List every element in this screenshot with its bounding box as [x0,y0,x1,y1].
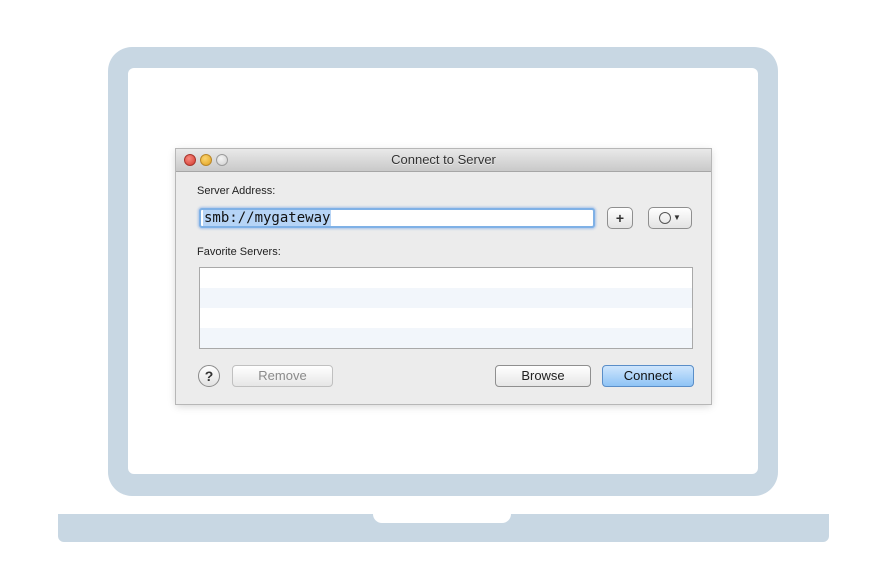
favorite-servers-list[interactable] [199,267,693,349]
server-address-label: Server Address: [197,185,276,197]
list-item [200,288,692,308]
clock-icon [659,212,672,224]
server-address-input[interactable]: smb://mygateway [199,208,595,228]
help-button[interactable]: ? [198,365,220,387]
connect-to-server-dialog: Connect to Server Server Address: smb://… [176,149,711,404]
list-item [200,268,692,288]
chevron-down-icon: ▼ [673,213,681,222]
connect-button[interactable]: Connect [602,365,694,387]
list-item [200,308,692,328]
laptop-notch [373,514,511,523]
window-title: Connect to Server [391,152,496,167]
list-item [200,328,692,348]
title-bar: Connect to Server [176,149,711,172]
add-favorite-button[interactable]: + [607,207,633,229]
remove-button[interactable]: Remove [232,365,333,387]
selected-text: smb://mygateway [203,210,332,226]
browse-button[interactable]: Browse [495,365,591,387]
favorite-servers-label: Favorite Servers: [197,246,281,258]
recent-servers-button[interactable]: ▼ [648,207,692,229]
